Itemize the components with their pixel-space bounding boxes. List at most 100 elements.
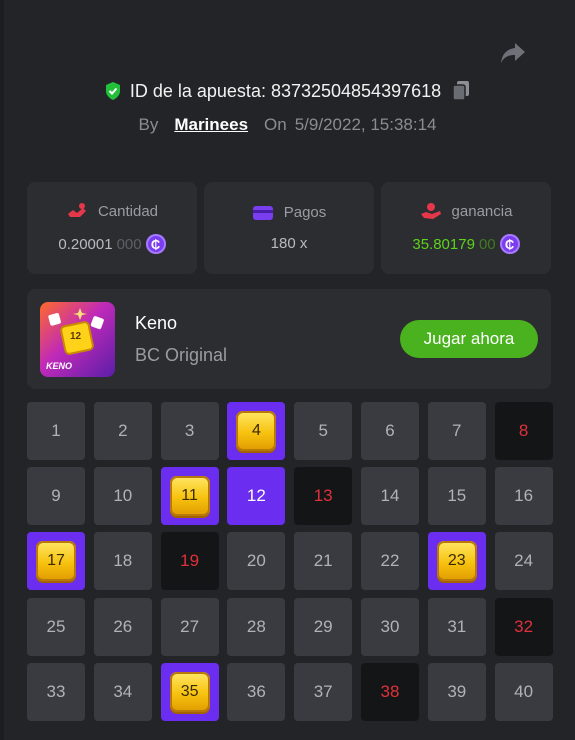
keno-cell-number: 1: [51, 421, 61, 440]
keno-cell-number: 5: [318, 421, 328, 440]
keno-cell-12: 12: [227, 467, 286, 526]
hit-gem: 11: [169, 476, 210, 517]
amount-label: Cantidad: [97, 202, 159, 220]
payout-label: Pagos: [283, 204, 327, 221]
keno-cell-number: 27: [180, 616, 200, 636]
by-label: By: [138, 115, 159, 134]
keno-cell-6: 6: [360, 402, 419, 460]
keno-cell-40: 40: [494, 662, 553, 721]
keno-cell-32: 32: [494, 597, 553, 656]
keno-cell-18: 18: [93, 532, 152, 591]
keno-cell-27: 27: [160, 597, 219, 656]
keno-cell-36: 36: [227, 662, 286, 721]
hit-gem: 17: [36, 541, 76, 582]
author-row: By Marinees On 5/9/2022, 15:38:14: [0, 115, 575, 135]
keno-cell-number: 26: [113, 616, 133, 636]
user-link[interactable]: Marinees: [174, 115, 248, 135]
keno-cell-number: 19: [180, 551, 200, 571]
keno-cell-11: 11: [160, 467, 219, 526]
keno-cell-number: 39: [447, 681, 467, 701]
keno-cell-35: 35: [160, 662, 219, 721]
keno-cell-22: 22: [360, 532, 419, 591]
keno-cell-30: 30: [360, 597, 419, 656]
game-name: Keno: [135, 313, 178, 333]
keno-cell-number: 14: [380, 486, 400, 506]
keno-cell-34: 34: [93, 662, 152, 721]
keno-cell-3: 3: [160, 402, 219, 460]
keno-thumbnail[interactable]: 12 KENO: [40, 302, 115, 377]
bet-id-label: ID de la apuesta: 83732504854397618: [129, 80, 442, 101]
keno-cell-number: 31: [447, 616, 467, 636]
keno-cell-number: 37: [313, 681, 333, 701]
keno-cell-9: 9: [27, 467, 85, 526]
keno-cell-number: 16: [514, 486, 534, 506]
hit-gem: 35: [169, 671, 210, 712]
shield-check-icon: [105, 82, 120, 100]
keno-cell-16: 16: [494, 467, 553, 526]
keno-grid: 1 2 3 4 5 6 7 8 9 10 11 12 13 14 15 16 17 18 19 20 21 22 23 24 2…: [27, 402, 553, 721]
keno-cell-number: 18: [113, 551, 133, 571]
on-label: On: [264, 115, 287, 134]
keno-cell-25: 25: [27, 597, 85, 656]
share-icon[interactable]: [499, 40, 527, 66]
coin-icon: ₵: [145, 234, 166, 254]
profit-value-dim: 00: [478, 235, 496, 253]
bet-id-row: ID de la apuesta: 83732504854397618: [0, 80, 575, 102]
keno-cell-number: 21: [313, 551, 333, 571]
keno-cell-23: 23: [427, 532, 486, 591]
keno-cell-number: 25: [46, 616, 66, 636]
keno-cell-number: 12: [246, 486, 266, 506]
profit-value: 35.80179: [412, 235, 475, 253]
copy-icon[interactable]: [451, 80, 471, 102]
keno-cell-number: 6: [385, 421, 395, 440]
keno-cell-5: 5: [294, 402, 353, 460]
coin-icon: ₵: [499, 234, 520, 254]
keno-cell-number: 24: [514, 551, 534, 571]
keno-cell-number: 22: [380, 551, 400, 571]
keno-cell-number: 9: [51, 486, 61, 506]
amount-value-dim: 000: [116, 235, 142, 253]
keno-cell-14: 14: [360, 467, 419, 526]
keno-cell-17: 17: [27, 532, 85, 591]
keno-cell-2: 2: [93, 402, 152, 460]
keno-cell-33: 33: [27, 662, 85, 721]
keno-cell-number: 8: [518, 421, 529, 440]
game-card: 12 KENO Keno BC Original Jugar ahora: [27, 289, 551, 389]
game-provider: BC Original: [135, 345, 228, 365]
payout-value: 180 x: [270, 235, 308, 252]
keno-thumb-text: KENO: [46, 361, 73, 371]
keno-cell-24: 24: [494, 532, 553, 591]
keno-cell-29: 29: [294, 597, 353, 656]
bet-datetime: 5/9/2022, 15:38:14: [294, 115, 437, 134]
keno-cell-number: 29: [313, 616, 333, 636]
keno-cell-31: 31: [427, 597, 486, 656]
keno-cell-39: 39: [427, 662, 486, 721]
keno-cell-38: 38: [360, 662, 419, 721]
keno-thumb-number: 12: [70, 331, 82, 342]
profit-hand-icon: [420, 203, 441, 219]
profit-label: ganancia: [451, 202, 513, 220]
keno-cell-number: 10: [113, 486, 133, 506]
keno-cell-number: 3: [184, 421, 195, 440]
card-icon: [252, 205, 273, 220]
keno-cell-1: 1: [27, 402, 85, 460]
keno-cell-26: 26: [93, 597, 152, 656]
keno-cell-number: 20: [246, 551, 266, 571]
keno-cell-19: 19: [160, 532, 219, 591]
keno-cell-number: 7: [452, 421, 462, 440]
keno-cell-37: 37: [294, 662, 353, 721]
keno-cell-number: 13: [313, 486, 333, 506]
keno-cell-number: 40: [514, 681, 534, 701]
keno-cell-number: 30: [380, 616, 400, 636]
left-edge: [0, 0, 4, 740]
keno-cell-number: 34: [113, 681, 133, 701]
stats-panel: Cantidad 0.20001 000 ₵ Pagos 180 x gananc…: [27, 182, 551, 274]
play-now-button[interactable]: Jugar ahora: [400, 320, 538, 358]
keno-cell-number: 33: [46, 681, 66, 701]
keno-cell-13: 13: [294, 467, 353, 526]
keno-cell-number: 15: [447, 486, 467, 506]
hit-gem: 23: [436, 541, 477, 582]
keno-cell-10: 10: [93, 467, 152, 526]
keno-cell-number: 28: [246, 616, 266, 636]
keno-cell-7: 7: [427, 402, 486, 460]
